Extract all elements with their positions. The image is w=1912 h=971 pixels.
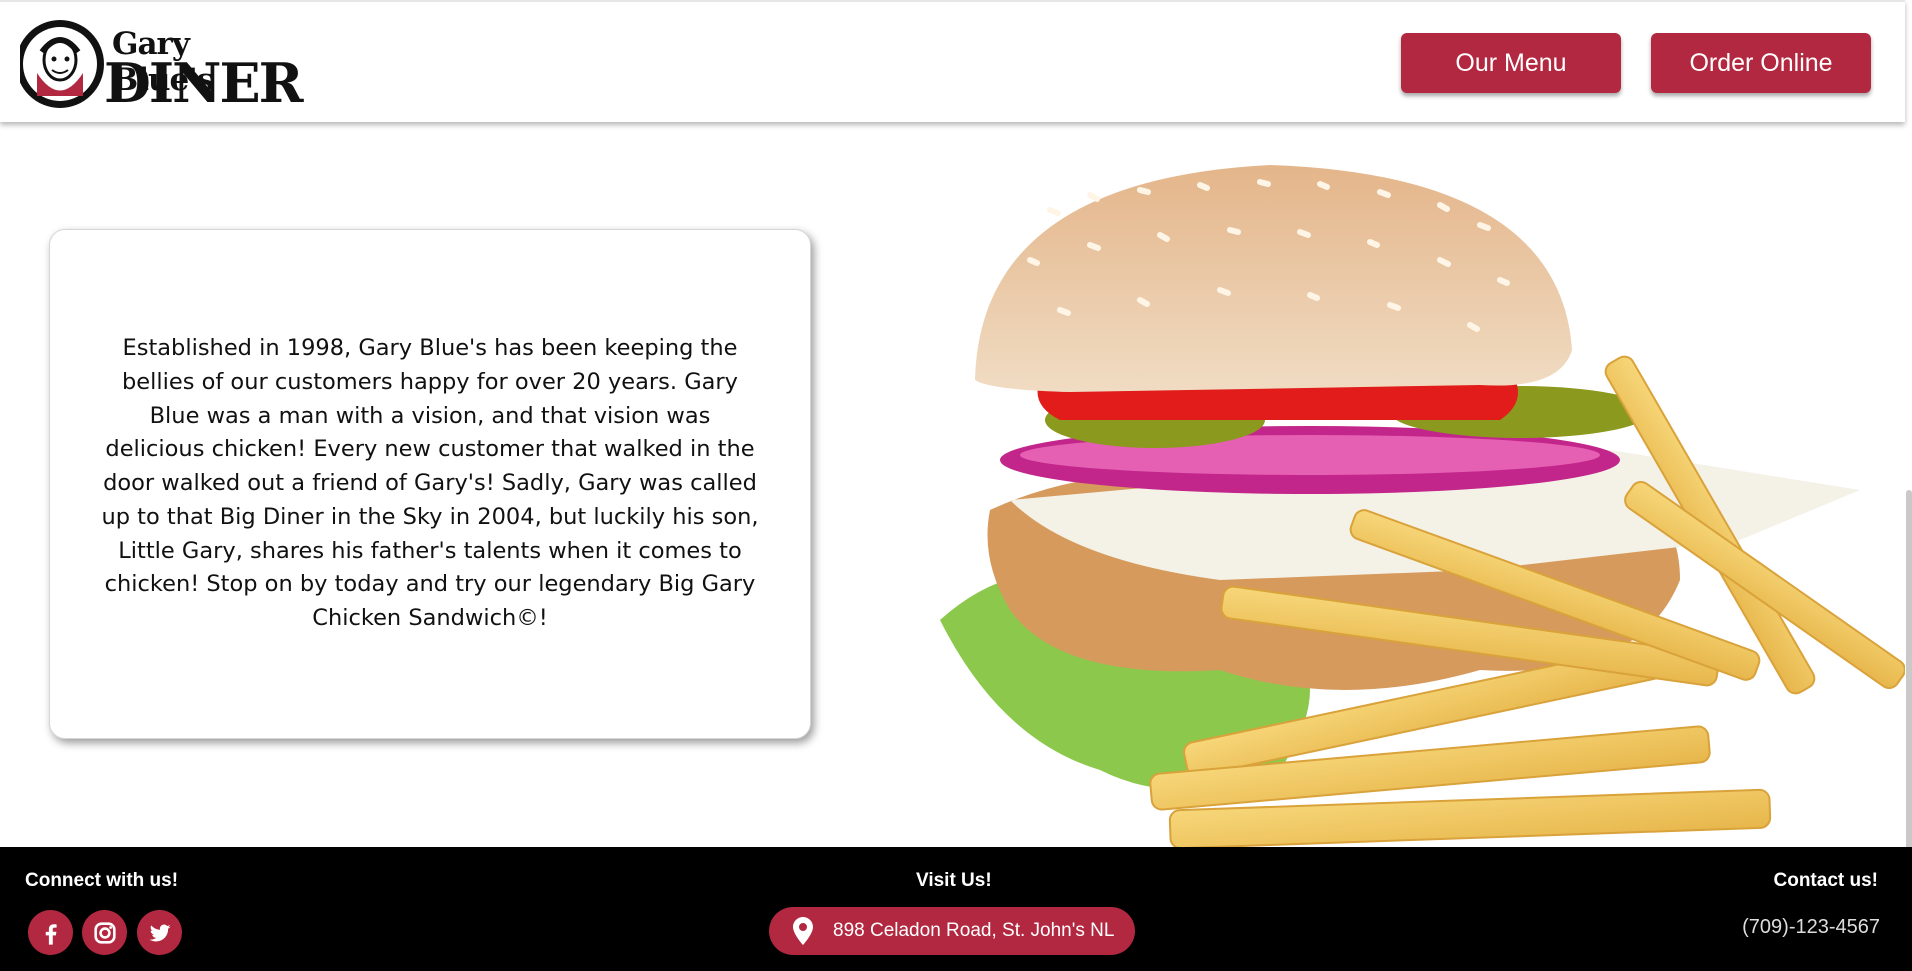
about-text: Established in 1998, Gary Blue's has bee…	[101, 335, 759, 631]
connect-title: Connect with us!	[25, 870, 179, 891]
order-online-button[interactable]: Order Online	[1651, 33, 1871, 93]
phone-number[interactable]: (709)-123-4567	[1742, 916, 1880, 939]
site-footer: Connect with us! Visit Us! Contact us! 8…	[0, 847, 1912, 971]
address-text: 898 Celadon Road, St. John's NL	[833, 920, 1115, 941]
facebook-icon[interactable]	[28, 910, 73, 955]
diner-logo[interactable]: Gary Blue's DINER	[20, 16, 303, 112]
site-header: Gary Blue's DINER Our Menu Order Online	[0, 0, 1905, 122]
instagram-icon[interactable]	[82, 910, 127, 955]
contact-title: Contact us!	[1773, 870, 1879, 891]
address-button[interactable]: 898 Celadon Road, St. John's NL	[769, 907, 1135, 955]
scrollbar-thumb[interactable]	[1906, 490, 1912, 850]
visit-title: Visit Us!	[916, 870, 992, 891]
twitter-icon[interactable]	[137, 910, 182, 955]
chicken-sandwich-image	[920, 150, 1905, 847]
logo-diner: DINER	[104, 51, 303, 115]
map-pin-icon	[793, 917, 813, 945]
our-menu-button[interactable]: Our Menu	[1401, 33, 1621, 93]
about-card: Established in 1998, Gary Blue's has bee…	[49, 229, 811, 739]
